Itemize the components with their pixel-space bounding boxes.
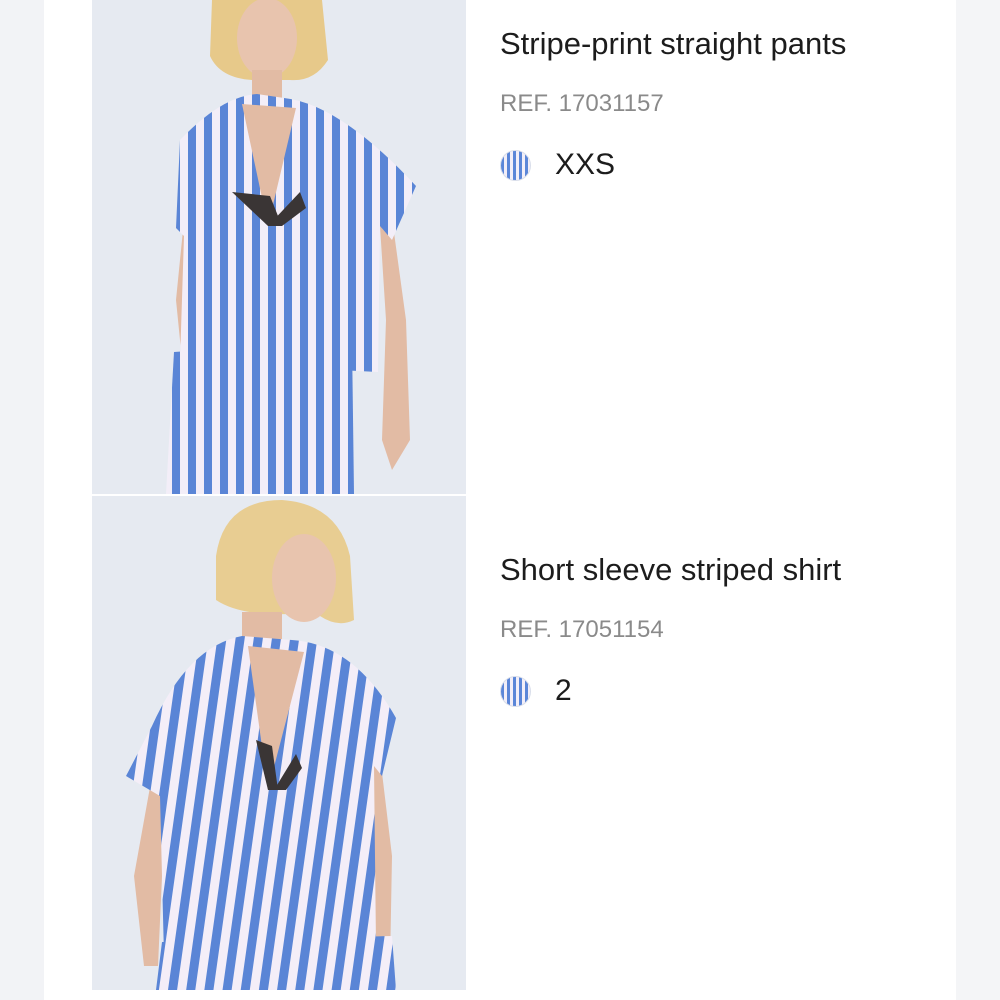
product-title[interactable]: Short sleeve striped shirt	[500, 552, 841, 588]
product-reference: REF. 17031157	[500, 90, 664, 117]
striped-color-swatch-icon	[500, 675, 531, 707]
product-item[interactable]: Stripe-print straight pants REF. 1703115…	[44, 0, 956, 500]
striped-color-swatch-icon	[500, 149, 531, 181]
model-photo-striped-shirt	[92, 496, 466, 990]
selected-variant: XXS	[500, 148, 615, 182]
model-photo-striped-outfit	[92, 0, 466, 494]
right-gutter	[956, 0, 1000, 1000]
selected-size: 2	[555, 674, 572, 707]
left-gutter	[0, 0, 44, 1000]
product-title[interactable]: Stripe-print straight pants	[500, 26, 846, 62]
product-image[interactable]	[92, 0, 466, 494]
selected-variant: 2	[500, 674, 572, 708]
product-image[interactable]	[92, 496, 466, 990]
product-reference: REF. 17051154	[500, 616, 664, 643]
selected-size: XXS	[555, 148, 616, 181]
product-list: Stripe-print straight pants REF. 1703115…	[44, 0, 956, 1000]
product-item[interactable]: Short sleeve striped shirt REF. 17051154…	[44, 496, 956, 996]
